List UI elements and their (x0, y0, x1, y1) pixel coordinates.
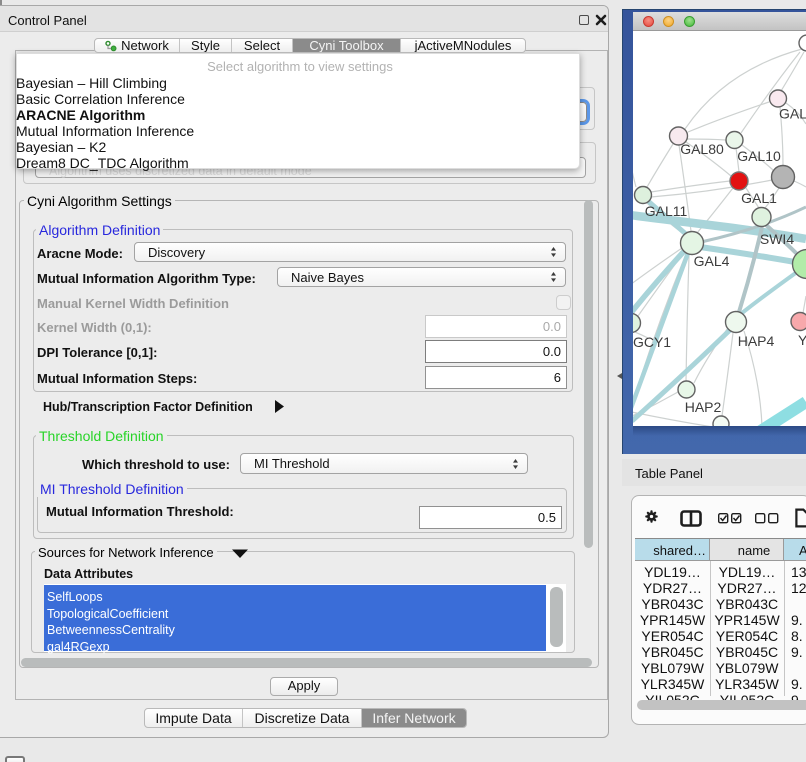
svg-text:GAL11: GAL11 (645, 203, 688, 219)
svg-text:GAL10: GAL10 (737, 148, 781, 164)
svg-text:SWI4: SWI4 (760, 231, 794, 247)
svg-text:YJL: YJL (798, 332, 806, 348)
svg-text:GAL1: GAL1 (741, 190, 777, 206)
svg-text:GAL4: GAL4 (694, 253, 730, 269)
svg-text:GAL2: GAL2 (779, 106, 806, 122)
svg-text:HAP2: HAP2 (685, 399, 722, 415)
svg-text:GAL80: GAL80 (680, 141, 724, 157)
svg-text:GCY1: GCY1 (633, 334, 671, 350)
svg-text:HAP4: HAP4 (738, 333, 775, 349)
